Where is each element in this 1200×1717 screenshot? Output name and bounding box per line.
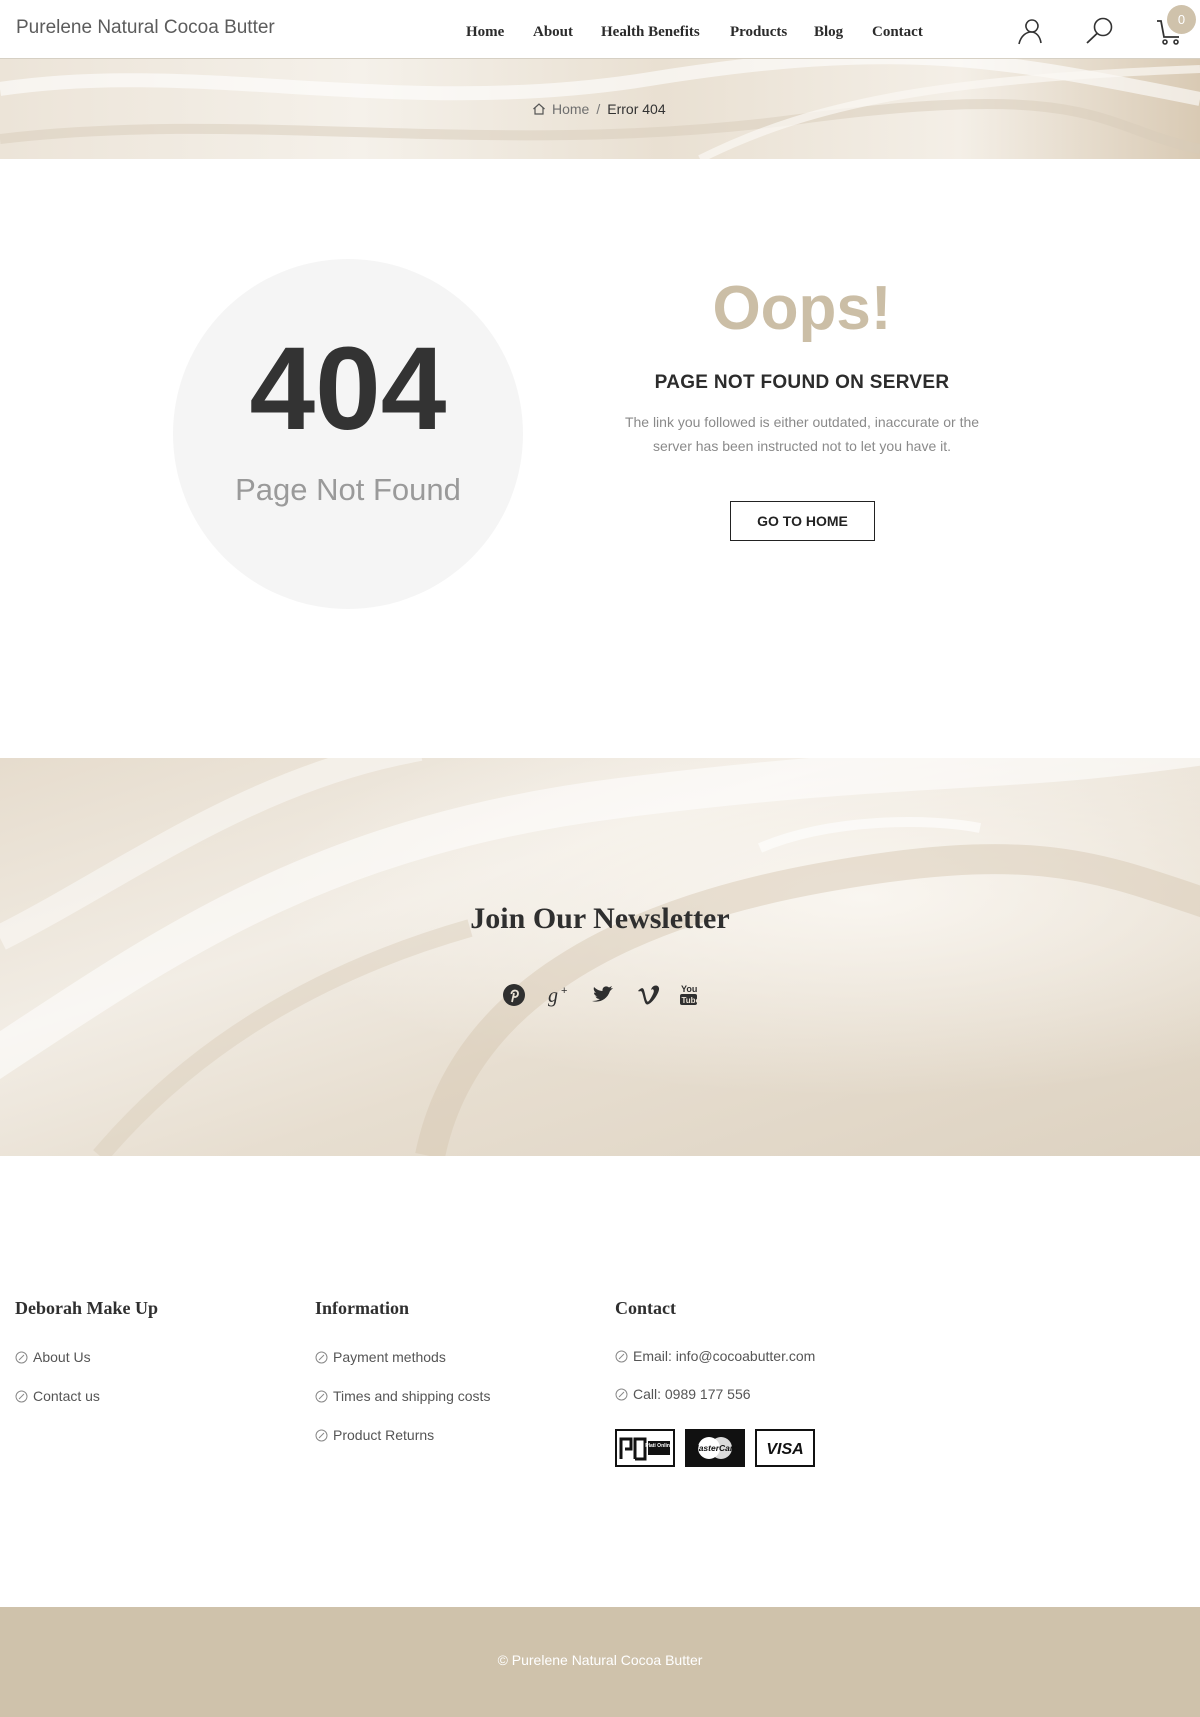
- error-heading: PAGE NOT FOUND ON SERVER: [654, 372, 950, 393]
- nav-about[interactable]: About: [533, 24, 573, 41]
- breadcrumb-current: Error 404: [607, 101, 666, 117]
- footer-col-title-information: Information: [315, 1298, 409, 1318]
- link-icon: [315, 1390, 328, 1402]
- nav-products[interactable]: Products: [730, 24, 787, 41]
- home-icon: [533, 103, 545, 115]
- nav-contact[interactable]: Contact: [872, 24, 923, 41]
- footer-bottom-bar: © Purelene Natural Cocoa Butter: [0, 1607, 1200, 1717]
- mastercard-icon: MasterCard: [685, 1429, 745, 1467]
- footer-contact-email[interactable]: Email: info@cocoabutter.com: [615, 1348, 815, 1364]
- link-icon: [615, 1388, 628, 1400]
- footer-link-returns[interactable]: Product Returns: [315, 1427, 434, 1443]
- user-icon[interactable]: [1014, 15, 1046, 47]
- copyright-text: © Purelene Natural Cocoa Butter: [497, 1652, 703, 1668]
- footer-email-text[interactable]: Email: info@cocoabutter.com: [633, 1348, 815, 1364]
- footer-contact-phone[interactable]: Call: 0989 177 556: [615, 1386, 751, 1402]
- footer-link-label[interactable]: Payment methods: [333, 1349, 446, 1365]
- pinterest-icon[interactable]: [501, 982, 527, 1008]
- plati-online-card-icon: Plati Online: [615, 1429, 675, 1467]
- footer-link-label[interactable]: Product Returns: [333, 1427, 434, 1443]
- footer-link-shipping[interactable]: Times and shipping costs: [315, 1388, 490, 1404]
- link-icon: [315, 1351, 328, 1363]
- visa-card-icon: VISA: [755, 1429, 815, 1467]
- search-icon[interactable]: [1084, 15, 1116, 47]
- cart-count-badge: 0: [1167, 5, 1196, 34]
- footer-link-contact-us[interactable]: Contact us: [15, 1388, 100, 1404]
- newsletter-section: Join Our Newsletter g + You Tube: [0, 758, 1200, 1156]
- link-icon: [15, 1390, 28, 1402]
- go-to-home-button[interactable]: GO TO HOME: [730, 501, 875, 541]
- error-description: The link you followed is either outdated…: [624, 414, 980, 454]
- nav-health-benefits[interactable]: Health Benefits: [601, 24, 700, 41]
- footer-col-title-deborah: Deborah Make Up: [15, 1298, 158, 1318]
- error-subtitle: Page Not Found: [235, 472, 461, 507]
- youtube-icon[interactable]: You Tube: [677, 982, 703, 1008]
- breadcrumb-home-link[interactable]: Home: [552, 101, 589, 117]
- footer-link-about-us[interactable]: About Us: [15, 1349, 91, 1365]
- svg-text:g: g: [548, 985, 558, 1007]
- breadcrumb: Home / Error 404: [532, 101, 666, 117]
- twitter-icon[interactable]: [590, 982, 616, 1008]
- mastercard-label: MasterCard: [692, 1443, 740, 1453]
- footer-col-title-contact: Contact: [615, 1298, 676, 1318]
- svg-text:You: You: [681, 984, 697, 994]
- site-logo[interactable]: Purelene Natural Cocoa Butter: [16, 17, 275, 39]
- newsletter-title: Join Our Newsletter: [470, 902, 730, 935]
- footer-link-payment-methods[interactable]: Payment methods: [315, 1349, 446, 1365]
- breadcrumb-banner: Home / Error 404: [0, 59, 1200, 159]
- cream-texture-background: [0, 758, 1200, 1156]
- footer-link-label[interactable]: About Us: [33, 1349, 91, 1365]
- error-code: 404: [249, 323, 447, 455]
- link-icon: [615, 1350, 628, 1362]
- oops-heading: Oops!: [712, 274, 892, 343]
- footer-phone-text[interactable]: Call: 0989 177 556: [633, 1386, 751, 1402]
- link-icon: [315, 1429, 328, 1441]
- nav-home[interactable]: Home: [466, 24, 504, 41]
- plati-online-label: Plati Online: [645, 1443, 673, 1449]
- nav-blog[interactable]: Blog: [814, 24, 843, 41]
- visa-label: VISA: [766, 1441, 803, 1458]
- svg-text:Tube: Tube: [682, 996, 701, 1005]
- footer-link-label[interactable]: Contact us: [33, 1388, 100, 1404]
- vimeo-icon[interactable]: [636, 982, 662, 1008]
- site-header: Purelene Natural Cocoa Butter Home About…: [0, 0, 1200, 59]
- breadcrumb-separator: /: [596, 101, 601, 117]
- svg-text:+: +: [561, 985, 567, 997]
- link-icon: [15, 1351, 28, 1363]
- footer-link-label[interactable]: Times and shipping costs: [333, 1388, 490, 1404]
- google-plus-icon[interactable]: g +: [546, 982, 572, 1008]
